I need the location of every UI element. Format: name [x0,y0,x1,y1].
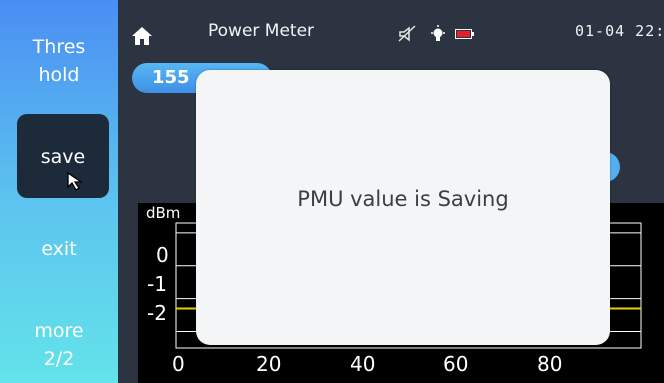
home-icon[interactable] [131,26,153,46]
exit-button[interactable]: exit [0,235,118,263]
battery-icon [455,29,474,39]
y-axis-unit: dBm [146,204,181,222]
sidebar: Thres hold save exit more 2/2 [0,0,118,383]
dialog-message: PMU value is Saving [297,187,509,211]
save-button[interactable]: save [17,114,109,198]
y-tick-label: -1 [147,272,167,296]
bulb-icon [431,25,445,41]
clock: 01-04 22:44 [575,22,664,40]
threshold-label-line2: hold [38,64,80,86]
x-tick-label: 40 [350,352,376,376]
saving-dialog: PMU value is Saving [196,70,610,345]
x-tick-label: 80 [537,352,563,376]
more-label-line2: 2/2 [43,348,75,370]
save-label: save [40,146,86,168]
threshold-button[interactable]: Thres hold [0,33,118,89]
x-tick-label: 0 [172,352,185,376]
x-tick-label: 20 [256,352,282,376]
exit-label: exit [41,238,77,260]
y-tick-label: -2 [147,301,167,325]
more-label-line1: more [34,320,84,342]
mouse-cursor-icon [67,171,84,191]
wavelength-value: 155 [152,67,190,88]
y-tick-label: 0 [156,243,169,267]
mute-icon [398,25,416,42]
threshold-label-line1: Thres [32,36,86,58]
x-tick-label: 60 [443,352,469,376]
more-button[interactable]: more 2/2 [0,317,118,373]
page-title: Power Meter [208,21,315,41]
